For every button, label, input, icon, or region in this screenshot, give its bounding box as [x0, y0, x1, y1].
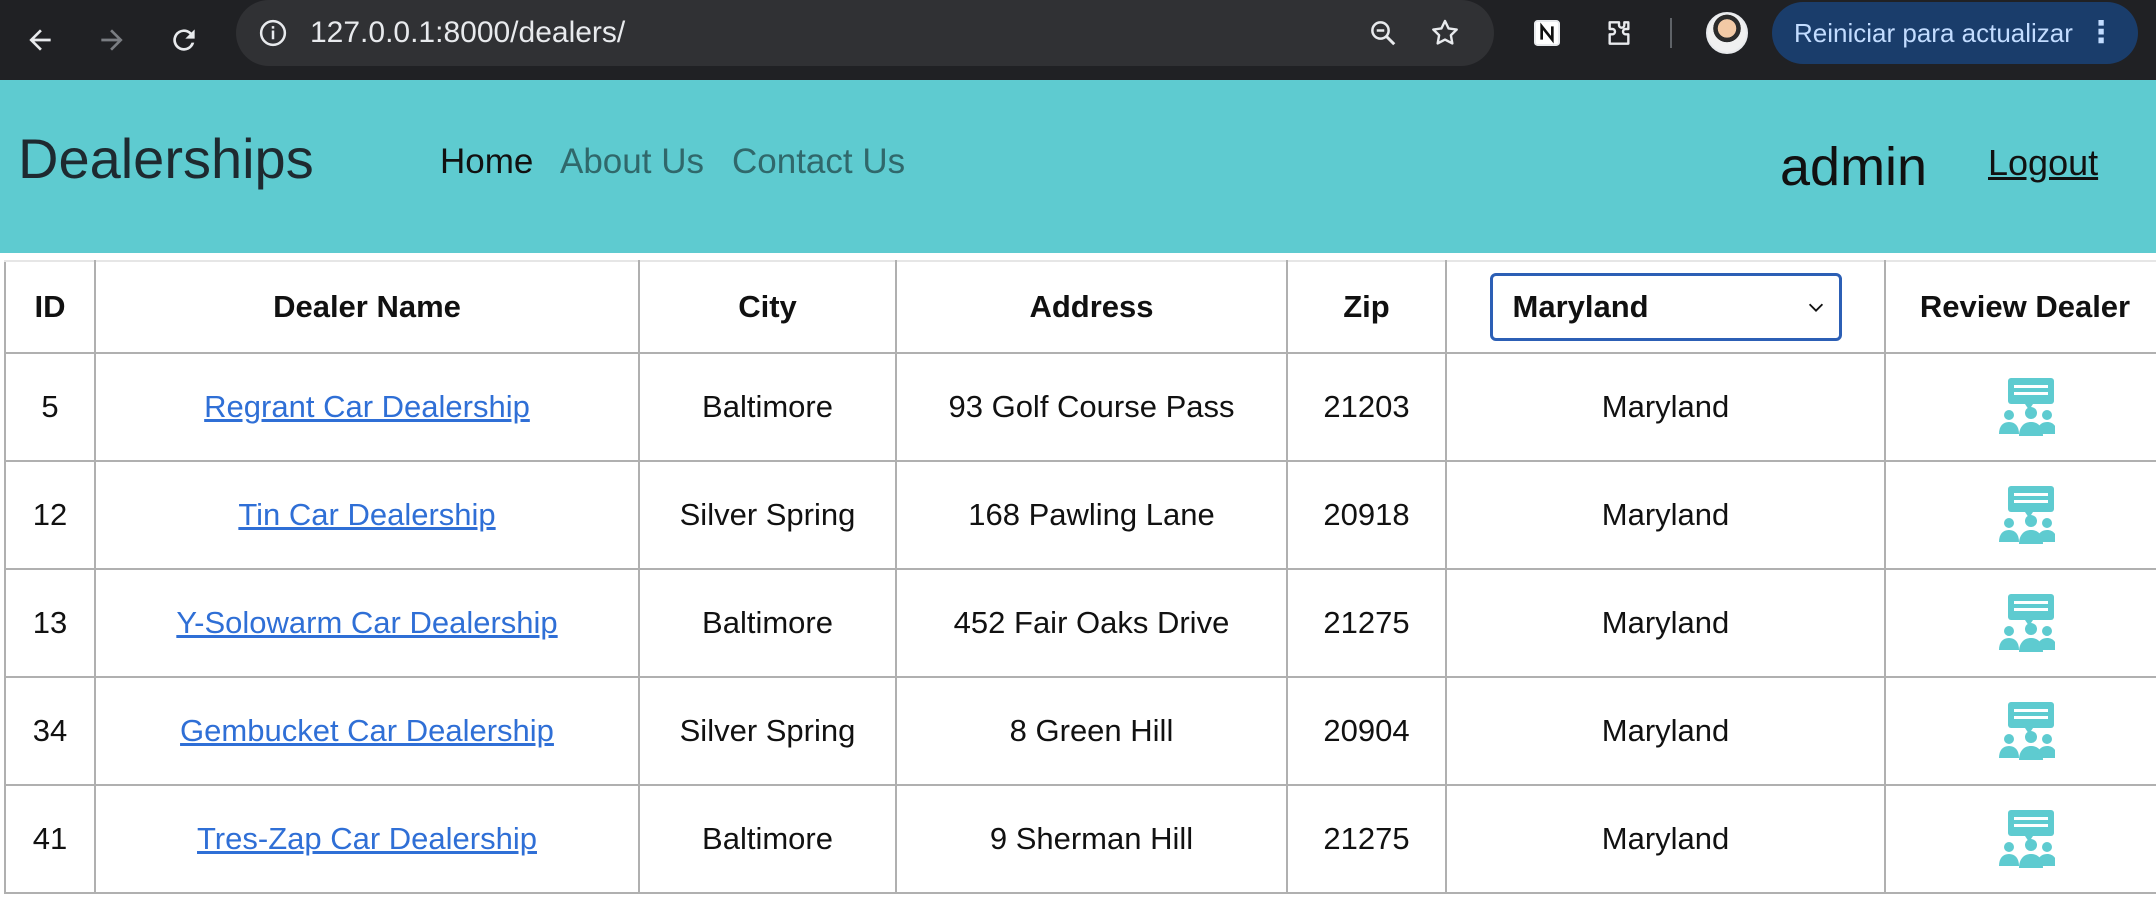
- dealer-name-link[interactable]: Y-Solowarm Car Dealership: [176, 605, 557, 640]
- dealer-name-link[interactable]: Tin Car Dealership: [238, 497, 495, 532]
- dealer-city-cell: Baltimore: [638, 568, 897, 678]
- dealer-city-cell: Silver Spring: [638, 460, 897, 570]
- dealer-zip-cell: 20918: [1286, 460, 1447, 570]
- bookmark-star-icon[interactable]: [1426, 14, 1464, 52]
- more-menu-icon[interactable]: ⋮: [2086, 2, 2116, 64]
- dealer-address-cell: 8 Green Hill: [895, 676, 1288, 786]
- dealer-state-cell: Maryland: [1445, 568, 1886, 678]
- zoom-icon[interactable]: [1364, 14, 1402, 52]
- dealer-name-cell: Tin Car Dealership: [94, 460, 640, 570]
- toolbar-divider: [1670, 18, 1672, 48]
- dealer-name-cell: Regrant Car Dealership: [94, 352, 640, 462]
- table-row: 12 Tin Car Dealership Silver Spring 168 …: [4, 460, 2156, 570]
- forward-arrow-icon[interactable]: [86, 14, 138, 66]
- dealer-name-cell: Tres-Zap Car Dealership: [94, 784, 640, 894]
- dealer-id-cell: 41: [4, 784, 96, 894]
- dealer-name-cell: Gembucket Car Dealership: [94, 676, 640, 786]
- dealer-name-link[interactable]: Gembucket Car Dealership: [180, 713, 554, 748]
- column-header-review-dealer: Review Dealer: [1884, 260, 2156, 354]
- dealer-address-cell: 9 Sherman Hill: [895, 784, 1288, 894]
- review-dealer-icon[interactable]: [1995, 809, 2055, 869]
- column-header-dealer-name: Dealer Name: [94, 260, 640, 354]
- column-header-id: ID: [4, 260, 96, 354]
- dealer-name-link[interactable]: Tres-Zap Car Dealership: [197, 821, 537, 856]
- dealer-zip-cell: 21275: [1286, 568, 1447, 678]
- review-dealer-icon[interactable]: [1995, 701, 2055, 761]
- review-dealer-icon[interactable]: [1995, 377, 2055, 437]
- nav-link-contact-us[interactable]: Contact Us: [732, 142, 905, 182]
- dealers-table: ID Dealer Name City Address Zip Maryland…: [4, 260, 2156, 894]
- dealer-address-cell: 452 Fair Oaks Drive: [895, 568, 1288, 678]
- column-header-state: Maryland: [1445, 260, 1886, 354]
- column-header-zip: Zip: [1286, 260, 1447, 354]
- back-arrow-icon[interactable]: [14, 14, 66, 66]
- extensions-puzzle-icon[interactable]: [1600, 14, 1638, 52]
- dealer-id-cell: 13: [4, 568, 96, 678]
- review-dealer-cell: [1884, 784, 2156, 894]
- dealer-name-cell: Y-Solowarm Car Dealership: [94, 568, 640, 678]
- app-navbar: Dealerships Home About Us Contact Us adm…: [0, 80, 2156, 253]
- dealer-zip-cell: 21275: [1286, 784, 1447, 894]
- dealer-address-cell: 93 Golf Course Pass: [895, 352, 1288, 462]
- notion-extension-icon[interactable]: [1528, 14, 1566, 52]
- update-restart-label: Reiniciar para actualizar: [1794, 18, 2073, 48]
- review-dealer-cell: [1884, 568, 2156, 678]
- dealer-id-cell: 5: [4, 352, 96, 462]
- dealer-state-cell: Maryland: [1445, 352, 1886, 462]
- table-row: 5 Regrant Car Dealership Baltimore 93 Go…: [4, 352, 2156, 462]
- dealer-zip-cell: 21203: [1286, 352, 1447, 462]
- nav-link-about-us[interactable]: About Us: [560, 142, 704, 182]
- dealers-table-body: 5 Regrant Car Dealership Baltimore 93 Go…: [4, 352, 2156, 894]
- dealer-state-cell: Maryland: [1445, 784, 1886, 894]
- review-dealer-cell: [1884, 676, 2156, 786]
- dealer-city-cell: Silver Spring: [638, 676, 897, 786]
- table-row: 34 Gembucket Car Dealership Silver Sprin…: [4, 676, 2156, 786]
- brand-title[interactable]: Dealerships: [18, 126, 314, 191]
- dealer-id-cell: 12: [4, 460, 96, 570]
- url-text[interactable]: 127.0.0.1:8000/dealers/: [310, 14, 625, 52]
- column-header-city: City: [638, 260, 897, 354]
- site-info-icon[interactable]: [254, 14, 292, 52]
- logout-link[interactable]: Logout: [1988, 142, 2098, 184]
- state-filter-value: Maryland: [1512, 289, 1649, 324]
- dealer-id-cell: 34: [4, 676, 96, 786]
- state-filter-select[interactable]: Maryland: [1489, 273, 1842, 341]
- dealer-address-cell: 168 Pawling Lane: [895, 460, 1288, 570]
- table-row: 13 Y-Solowarm Car Dealership Baltimore 4…: [4, 568, 2156, 678]
- nav-link-home[interactable]: Home: [440, 142, 533, 182]
- column-header-address: Address: [895, 260, 1288, 354]
- dealer-state-cell: Maryland: [1445, 460, 1886, 570]
- review-dealer-icon[interactable]: [1995, 593, 2055, 653]
- dealer-state-cell: Maryland: [1445, 676, 1886, 786]
- update-restart-button[interactable]: Reiniciar para actualizar ⋮: [1772, 2, 2138, 64]
- review-dealer-cell: [1884, 352, 2156, 462]
- dealer-name-link[interactable]: Regrant Car Dealership: [204, 389, 530, 424]
- dealer-city-cell: Baltimore: [638, 352, 897, 462]
- browser-toolbar: 127.0.0.1:8000/dealers/ Reiniciar para a…: [0, 0, 2156, 80]
- reload-icon[interactable]: [158, 14, 210, 66]
- table-header-row: ID Dealer Name City Address Zip Maryland…: [4, 260, 2156, 354]
- profile-avatar[interactable]: [1706, 12, 1748, 54]
- review-dealer-cell: [1884, 460, 2156, 570]
- dealer-zip-cell: 20904: [1286, 676, 1447, 786]
- review-dealer-icon[interactable]: [1995, 485, 2055, 545]
- table-row: 41 Tres-Zap Car Dealership Baltimore 9 S…: [4, 784, 2156, 894]
- dealer-city-cell: Baltimore: [638, 784, 897, 894]
- chevron-down-icon: [1808, 303, 1823, 312]
- address-bar[interactable]: 127.0.0.1:8000/dealers/: [236, 0, 1494, 66]
- username-label: admin: [1780, 137, 1928, 197]
